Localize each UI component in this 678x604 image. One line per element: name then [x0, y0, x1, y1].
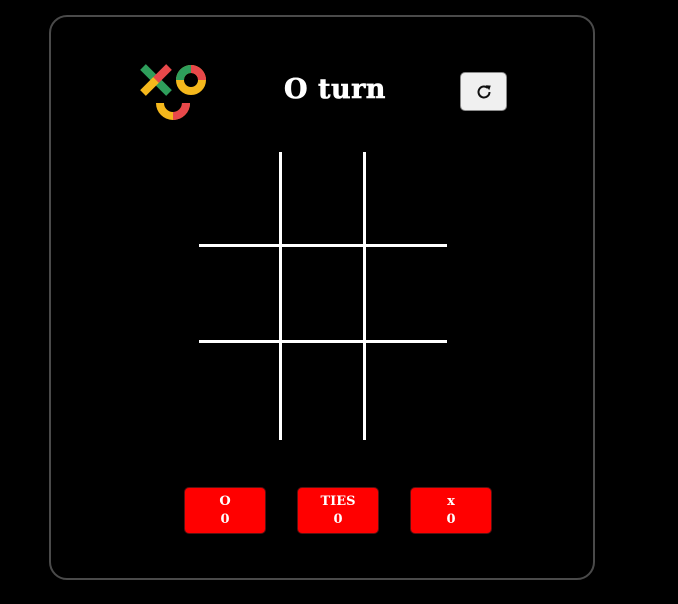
- score-ties: TIES 0: [297, 487, 379, 534]
- board-cell[interactable]: [283, 247, 364, 340]
- score-x: x 0: [410, 487, 492, 534]
- board-cell[interactable]: [367, 152, 447, 244]
- refresh-icon: [477, 84, 491, 98]
- reset-button[interactable]: [460, 72, 507, 111]
- board-cell[interactable]: [199, 343, 280, 440]
- grid-line-horizontal: [199, 340, 447, 343]
- score-o: O 0: [184, 487, 266, 534]
- score-x-label: x: [447, 494, 455, 509]
- score-x-value: 0: [446, 512, 456, 527]
- score-o-value: 0: [220, 512, 230, 527]
- score-o-label: O: [219, 494, 231, 509]
- board-cell[interactable]: [199, 152, 280, 244]
- grid-line-vertical: [363, 152, 366, 440]
- score-ties-label: TIES: [320, 494, 356, 509]
- score-ties-value: 0: [333, 512, 343, 527]
- board-cell[interactable]: [283, 343, 364, 440]
- game-board: [199, 152, 447, 440]
- board-cell[interactable]: [283, 152, 364, 244]
- board-cell[interactable]: [367, 343, 447, 440]
- turn-indicator: O turn: [284, 74, 386, 106]
- grid-line-horizontal: [199, 244, 447, 247]
- board-cell[interactable]: [367, 247, 447, 340]
- xo-logo-icon: [140, 64, 206, 120]
- board-cell[interactable]: [199, 247, 280, 340]
- grid-line-vertical: [279, 152, 282, 440]
